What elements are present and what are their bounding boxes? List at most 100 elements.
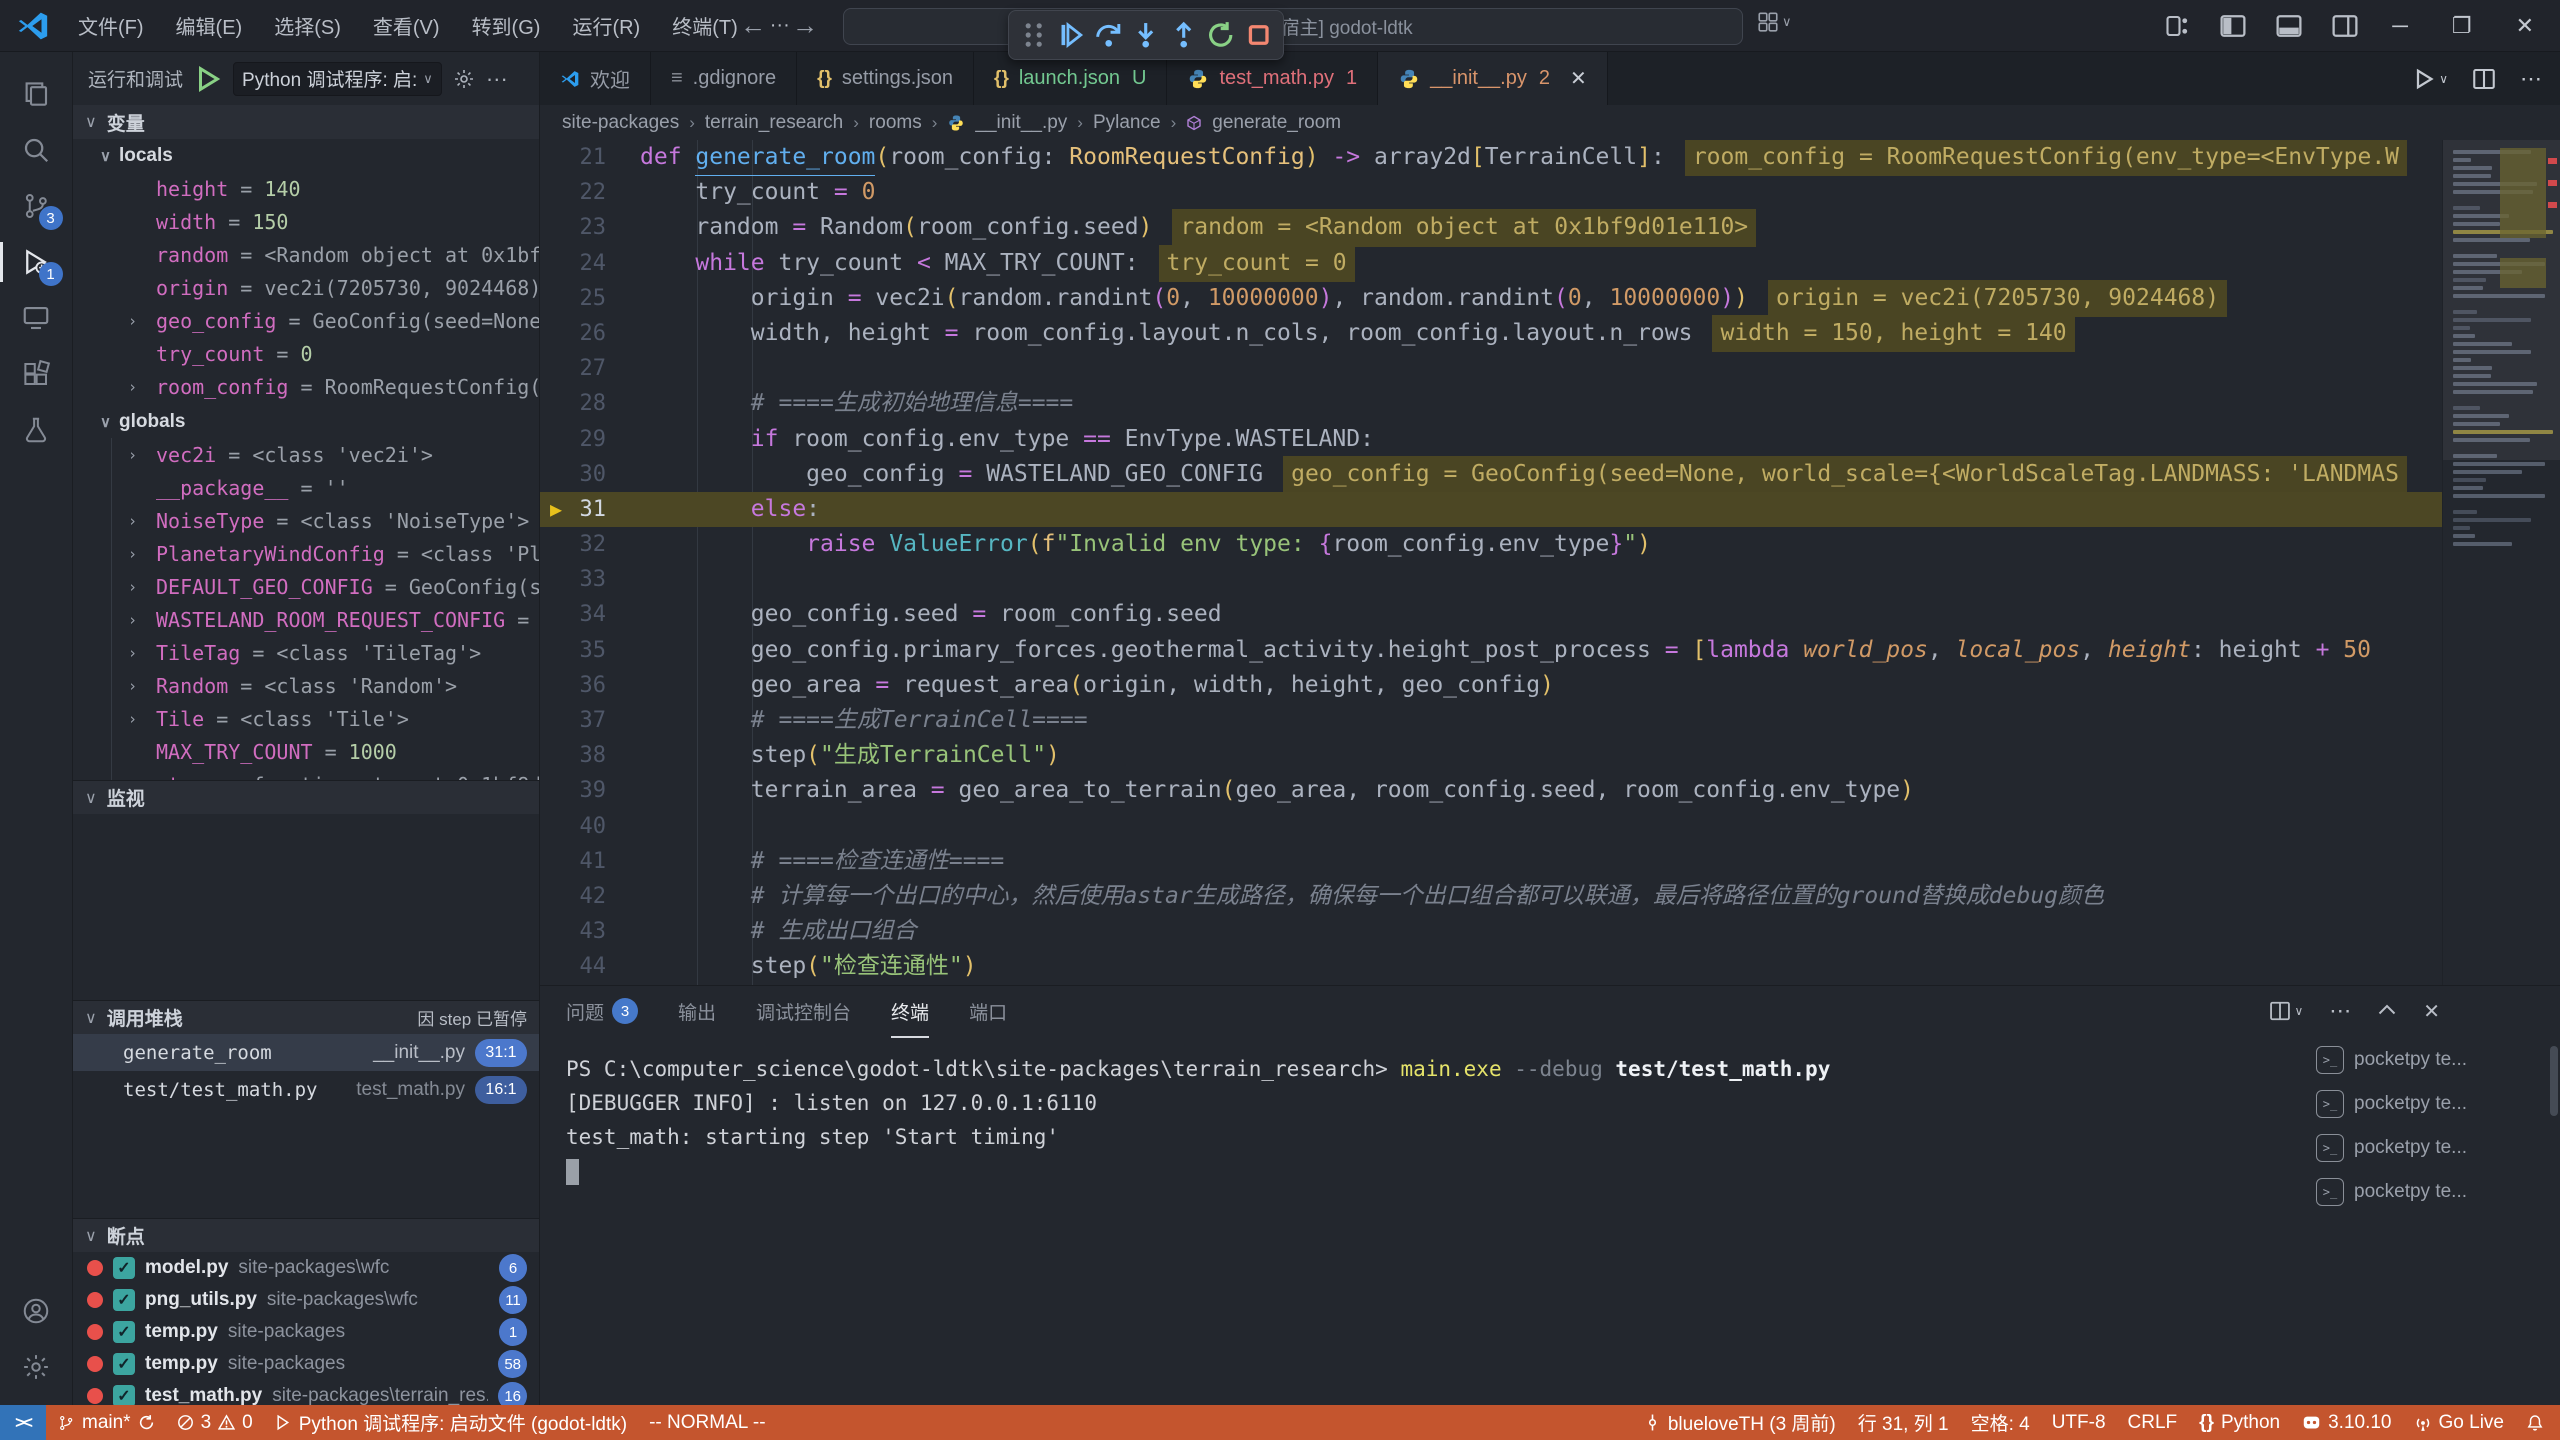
remote-explorer-icon[interactable]	[0, 290, 73, 346]
variable-row[interactable]: ›WASTELAND_ROOM_REQUEST_CONFIG = RoomR…	[73, 603, 539, 636]
code-line-40[interactable]: 40	[540, 809, 2560, 844]
variable-row[interactable]: ›NoiseType = <class 'NoiseType'>	[73, 504, 539, 537]
debug-config-item[interactable]: Python 调试程序: 启动文件 (godot-ldtk)	[264, 1405, 638, 1440]
variable-row[interactable]: MAX_TRY_COUNT = 1000	[73, 735, 539, 768]
run-debug-icon[interactable]: 1	[0, 234, 73, 290]
code-line-34[interactable]: 34 geo_config.seed = room_config.seed	[540, 597, 2560, 632]
language-mode-item[interactable]: {}Python	[2188, 1405, 2291, 1440]
variables-header[interactable]: ∨变量	[73, 105, 539, 139]
panel-layout-icon[interactable]: ∨	[2269, 1000, 2303, 1022]
variable-row[interactable]: height = 140	[73, 172, 539, 205]
code-line-29[interactable]: 29 if room_config.env_type == EnvType.WA…	[540, 422, 2560, 457]
line-number[interactable]: 24	[540, 246, 640, 281]
line-number[interactable]: 44	[540, 949, 640, 984]
variable-row[interactable]: ›PlanetaryWindConfig = <class 'Planeta…	[73, 537, 539, 570]
breadcrumb-item[interactable]: Pylance	[1093, 112, 1161, 134]
variable-row[interactable]: step = <function step at 0x1bf8d716d	[73, 768, 539, 780]
menu-item-0[interactable]: 文件(F)	[64, 5, 158, 46]
testing-icon[interactable]	[0, 402, 73, 458]
notifications-bell-icon[interactable]	[2515, 1405, 2560, 1440]
code-line-21[interactable]: 21def generate_room(room_config: RoomReq…	[540, 140, 2560, 175]
terminal-output[interactable]: PS C:\computer_science\godot-ldtk\site-p…	[540, 1038, 2560, 1405]
toggle-sidebar-icon[interactable]	[2220, 13, 2246, 39]
panel-tab-terminal[interactable]: 终端	[891, 986, 929, 1038]
split-editor-icon[interactable]	[2472, 67, 2496, 91]
workspace-grid-icon[interactable]: ∨	[1758, 12, 1792, 32]
menu-item-4[interactable]: 转到(G)	[458, 5, 555, 46]
expand-icon[interactable]: ›	[128, 644, 156, 662]
tab-gdignore[interactable]: ≡ .gdignore	[651, 52, 797, 105]
debug-step-over-icon[interactable]	[1094, 19, 1123, 51]
breakpoints-header[interactable]: ∨断点	[73, 1218, 539, 1252]
toggle-panel-icon[interactable]	[2276, 13, 2302, 39]
explorer-icon[interactable]	[0, 66, 73, 122]
breadcrumb-item[interactable]: generate_room	[1212, 112, 1341, 134]
code-line-43[interactable]: 43 # 生成出口组合	[540, 914, 2560, 949]
code-line-41[interactable]: 41 # ====检查连通性====	[540, 844, 2560, 879]
variable-row[interactable]: try_count = 0	[73, 337, 539, 370]
debug-config-select[interactable]: Python 调试程序: 启:∨	[233, 62, 442, 96]
breadcrumb-item[interactable]: rooms	[869, 112, 922, 134]
command-center-search[interactable]: [扩展开发宿主] godot-ldtk	[843, 8, 1743, 45]
terminal-instance[interactable]: >_pocketpy te...	[2316, 1178, 2546, 1206]
code-line-33[interactable]: 33	[540, 562, 2560, 597]
panel-tab-problems[interactable]: 问题 3	[566, 986, 638, 1038]
eol-item[interactable]: CRLF	[2117, 1405, 2189, 1440]
variable-row[interactable]: ›vec2i = <class 'vec2i'>	[73, 438, 539, 471]
debug-restart-icon[interactable]	[1206, 19, 1235, 51]
expand-icon[interactable]: ›	[128, 710, 156, 728]
breakpoint-row[interactable]: ✓png_utils.pysite-packages\wfc11	[73, 1284, 539, 1316]
breakpoint-checkbox[interactable]: ✓	[113, 1385, 135, 1405]
code-line-27[interactable]: 27	[540, 351, 2560, 386]
terminal-instance[interactable]: >_pocketpy te...	[2316, 1046, 2546, 1074]
tab-settings-json[interactable]: {} settings.json	[797, 52, 974, 105]
line-number[interactable]: 23	[540, 210, 640, 245]
line-number[interactable]: 41	[540, 844, 640, 879]
menu-item-3[interactable]: 查看(V)	[359, 5, 454, 46]
breakpoint-row[interactable]: ✓temp.pysite-packages1	[73, 1316, 539, 1348]
customize-layout-icon[interactable]	[2166, 14, 2190, 38]
menu-item-5[interactable]: 运行(R)	[558, 5, 654, 46]
line-number[interactable]: 30	[540, 457, 640, 492]
code-line-30[interactable]: 30 geo_config = WASTELAND_GEO_CONFIGgeo_…	[540, 457, 2560, 492]
remote-indicator[interactable]: ><	[0, 1405, 46, 1440]
debug-step-out-icon[interactable]	[1169, 19, 1198, 51]
line-number[interactable]: 34	[540, 597, 640, 632]
breakpoint-row[interactable]: ✓temp.pysite-packages58	[73, 1348, 539, 1380]
line-number[interactable]: 28	[540, 386, 640, 421]
minimap[interactable]	[2442, 140, 2560, 985]
expand-icon[interactable]: ›	[128, 578, 156, 596]
code-line-22[interactable]: 22 try_count = 0	[540, 175, 2560, 210]
panel-tab-ports[interactable]: 端口	[969, 986, 1007, 1038]
problems-item[interactable]: 3 0	[166, 1405, 264, 1440]
variable-row[interactable]: __package__ = ''	[73, 471, 539, 504]
variable-row[interactable]: ›TileTag = <class 'TileTag'>	[73, 636, 539, 669]
variable-row[interactable]: ›room_config = RoomRequestConfig(env_t…	[73, 370, 539, 403]
minimize-icon[interactable]: ─	[2392, 13, 2408, 39]
vim-mode-item[interactable]: -- NORMAL --	[638, 1405, 776, 1440]
drag-handle-icon[interactable]	[1019, 19, 1048, 51]
code-line-28[interactable]: 28 # ====生成初始地理信息====	[540, 386, 2560, 421]
variable-row[interactable]: random = <Random object at 0x1bf9d01e…	[73, 238, 539, 271]
line-number[interactable]: 40	[540, 809, 640, 844]
code-line-36[interactable]: 36 geo_area = request_area(origin, width…	[540, 668, 2560, 703]
watch-header[interactable]: ∨监视	[73, 780, 539, 814]
restore-icon[interactable]: ❐	[2452, 13, 2472, 39]
debug-continue-icon[interactable]	[1056, 19, 1085, 51]
expand-icon[interactable]: ›	[128, 611, 156, 629]
line-number[interactable]: 36	[540, 668, 640, 703]
debug-gear-icon[interactable]	[452, 67, 476, 91]
code-line-24[interactable]: 24 while try_count < MAX_TRY_COUNT:try_c…	[540, 246, 2560, 281]
expand-icon[interactable]: ›	[128, 378, 156, 396]
callstack-frame[interactable]: generate_room__init__.py31:1	[73, 1034, 539, 1071]
panel-more-icon[interactable]: ⋯	[2329, 998, 2351, 1024]
nav-back-icon[interactable]: ←	[740, 10, 766, 41]
panel-tab-debug-console[interactable]: 调试控制台	[756, 986, 851, 1038]
line-number[interactable]: 26	[540, 316, 640, 351]
code-line-32[interactable]: 32 raise ValueError(f"Invalid env type: …	[540, 527, 2560, 562]
menu-item-6[interactable]: 终端(T)	[658, 5, 752, 46]
locals-scope[interactable]: ∨locals	[73, 139, 539, 172]
line-number[interactable]: 43	[540, 914, 640, 949]
line-number[interactable]: 42	[540, 879, 640, 914]
python-version-item[interactable]: 3.10.10	[2291, 1405, 2402, 1440]
